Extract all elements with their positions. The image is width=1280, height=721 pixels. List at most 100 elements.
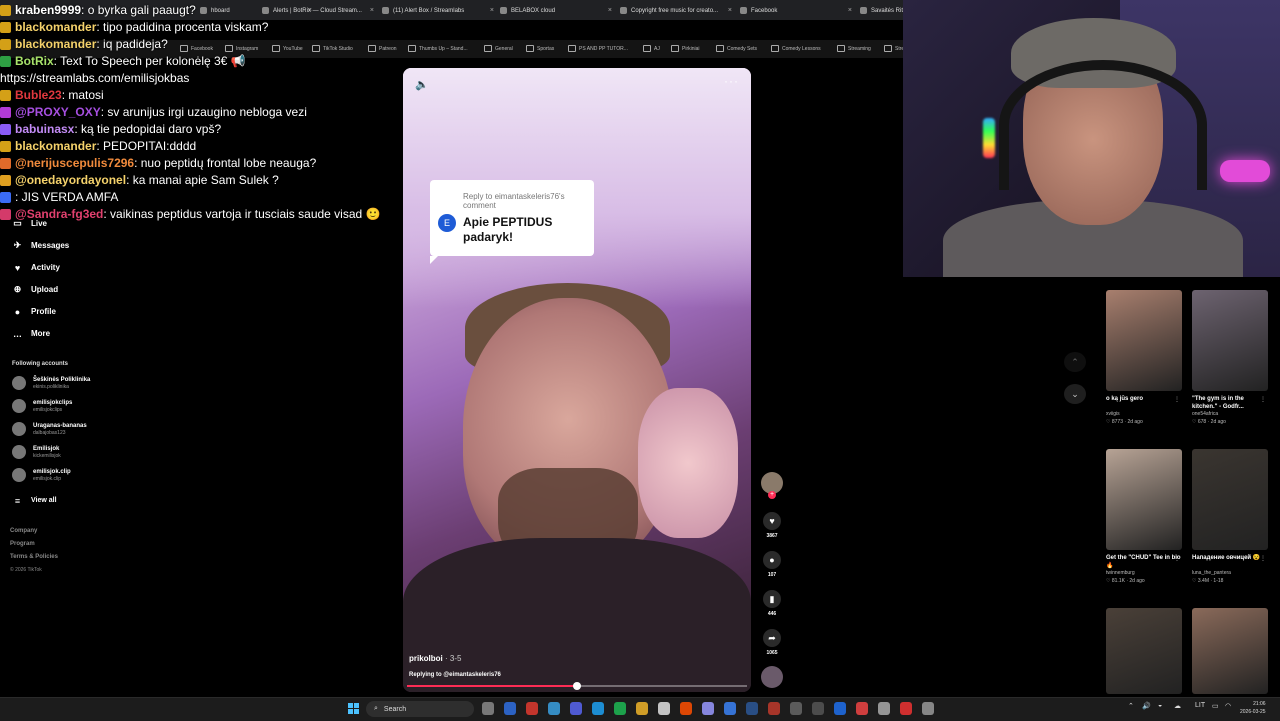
next-video-button[interactable]: ⌄ [1064,384,1086,404]
bookmark-item[interactable]: Streaming [837,45,871,52]
video-title[interactable]: Нападение овчицей 😵 [1192,554,1268,570]
start-button[interactable] [348,703,360,715]
onedrive-icon[interactable]: ☁ [1174,702,1181,710]
view-all-button[interactable]: ≡ View all [12,495,57,506]
taskbar-app-icon[interactable] [636,702,648,715]
tray-chevron-icon[interactable]: ⌃ [1128,702,1134,710]
close-tab-icon[interactable]: × [848,7,852,14]
progress-thumb[interactable] [573,682,581,690]
previous-video-button[interactable]: ⌃ [1064,352,1086,372]
following-account[interactable]: Šeškinės Poliklinika ekinis.poliklinika [12,376,90,390]
nav-more[interactable]: … More [12,328,50,339]
taskbar-app-icon[interactable] [592,702,604,715]
more-options-icon[interactable]: ⋮ [1260,396,1266,403]
bookmark-item[interactable]: Sportas [526,45,554,52]
taskbar-app-icon[interactable] [878,702,890,715]
taskbar-app-icon[interactable] [526,702,538,715]
bookmark-item[interactable]: Stre [884,45,904,52]
like-icon[interactable]: ♥ [763,512,781,530]
more-options-icon[interactable]: ⋮ [1174,555,1180,562]
taskbar-app-icon[interactable] [504,702,516,715]
share-icon[interactable]: ➦ [763,629,781,647]
video-user[interactable]: xviigis [1106,411,1182,418]
taskbar-app-icon[interactable] [680,702,692,715]
browser-tab[interactable]: Savaitės Rita [860,3,904,18]
nav-profile[interactable]: ● Profile [12,306,56,317]
close-tab-icon[interactable]: × [490,7,494,14]
following-account[interactable]: Emilisjok kickemilisjok [12,445,61,459]
browser-tab[interactable]: BELABOX cloud × [500,3,612,18]
save-icon[interactable]: ▮ [763,590,781,608]
creator-avatar[interactable]: + [760,472,784,499]
bookmark-item[interactable]: AJ [643,45,660,52]
display-icon[interactable]: ▭ [1212,702,1219,710]
volume-icon[interactable]: 🔈 [415,78,429,91]
wifi-icon[interactable]: ◠ [1225,702,1231,710]
video-thumbnail[interactable] [1192,449,1268,550]
video-thumbnail[interactable] [1106,449,1182,550]
network-icon[interactable]: ◒ [1158,702,1162,709]
video-card[interactable] [1192,608,1268,694]
bookmark-item[interactable]: PS AND PP TUTOR... [568,45,628,52]
footer-link[interactable]: Program [10,541,35,547]
taskbar-app-icon[interactable] [922,702,934,715]
video-title[interactable]: Get the "CHUD" Tee in bio 🔥 [1106,554,1182,570]
like-action[interactable]: ♥ 3867 [760,512,784,539]
bookmark-item[interactable]: Comedy Sets [716,45,757,52]
video-thumbnail[interactable] [1106,608,1182,694]
video-player[interactable]: 🔈 ··· Reply to eimantaskeleris76's comme… [403,68,751,692]
bookmark-item[interactable]: General [484,45,513,52]
video-user[interactable]: twinnemburg [1106,570,1182,577]
following-account[interactable]: emilisjokclips emilisjokclips [12,399,72,413]
taskbar-app-icon[interactable] [746,702,758,715]
more-options-icon[interactable]: ⋮ [1260,555,1266,562]
more-options-icon[interactable]: ⋮ [1174,396,1180,403]
taskbar-app-icon[interactable] [790,702,802,715]
video-title[interactable]: o ką jūs gero [1106,395,1182,411]
video-user[interactable]: one54africa [1192,411,1268,418]
bookmark-item[interactable]: Thumbs Up – Stand... [408,45,468,52]
following-account[interactable]: emilisjok.clip emilisjok.clip [12,468,71,482]
comment-icon[interactable]: ● [763,551,781,569]
footer-link[interactable]: Company [10,528,37,534]
following-account[interactable]: Uraganas-bananas dalbajobas123 [12,422,87,436]
language-indicator[interactable]: LIT [1195,702,1205,709]
speaker-icon[interactable]: 🔊 [1142,702,1151,710]
footer-link[interactable]: Terms & Policies [10,554,58,560]
taskbar-app-icon[interactable] [658,702,670,715]
nav-messages[interactable]: ✈ Messages [12,240,70,251]
more-options-icon[interactable]: ··· [724,74,739,88]
replying-to[interactable]: Replying to @eimantaskeleris76 [409,672,501,678]
video-title[interactable]: "The gym is in the kitchen." - Godfr... [1192,395,1268,411]
video-card[interactable]: "The gym is in the kitchen." - Godfr... o… [1192,290,1268,426]
bookmark-item[interactable]: Comedy Lessons [771,45,821,52]
taskbar-app-icon[interactable] [900,702,912,715]
music-disc-avatar[interactable] [760,666,784,688]
share-action[interactable]: ➦ 1065 [760,629,784,656]
video-progress-bar[interactable] [407,682,747,690]
video-thumbnail[interactable] [1192,290,1268,391]
video-thumbnail[interactable] [1192,608,1268,694]
browser-tab[interactable]: Facebook × [740,3,852,18]
taskbar-app-icon[interactable] [482,702,494,715]
save-action[interactable]: ▮ 446 [760,590,784,617]
bookmark-item[interactable]: Pirkiniai [671,45,700,52]
video-user[interactable]: luna_the_pantera [1192,570,1268,577]
follow-plus-icon[interactable]: + [768,491,776,499]
comment-action[interactable]: ● 107 [760,551,784,578]
nav-activity[interactable]: ♥ Activity [12,262,60,273]
taskbar-app-icon[interactable] [834,702,846,715]
taskbar-app-icon[interactable] [724,702,736,715]
video-thumbnail[interactable] [1106,290,1182,391]
taskbar-app-icon[interactable] [614,702,626,715]
taskbar-app-icon[interactable] [702,702,714,715]
taskbar-app-icon[interactable] [856,702,868,715]
author-name[interactable]: prikolboi [409,654,443,663]
close-tab-icon[interactable]: × [608,7,612,14]
video-card[interactable]: Get the "CHUD" Tee in bio 🔥 twinnemburg ♡ … [1106,449,1182,585]
taskbar-app-icon[interactable] [570,702,582,715]
video-card[interactable] [1106,608,1182,694]
taskbar-app-icon[interactable] [548,702,560,715]
taskbar-app-icon[interactable] [812,702,824,715]
close-tab-icon[interactable]: × [728,7,732,14]
